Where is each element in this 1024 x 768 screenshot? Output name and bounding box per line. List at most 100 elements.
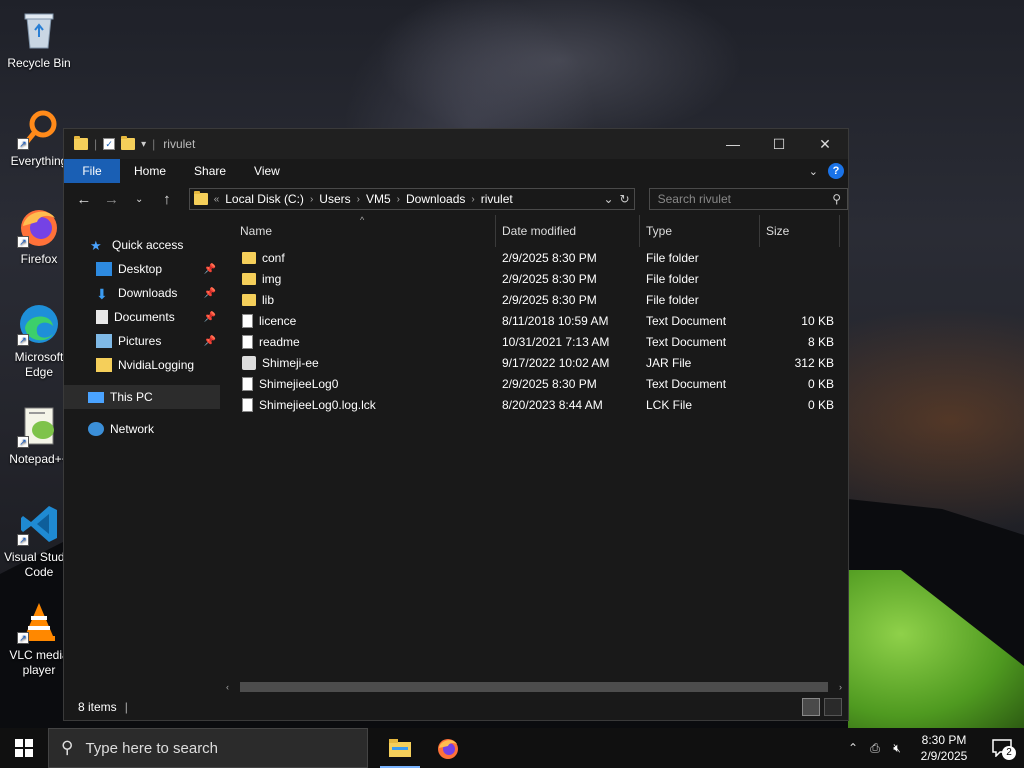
- title-bar[interactable]: | ✓ ▾ | rivulet — ☐ ✕: [64, 129, 848, 159]
- breadcrumb-item[interactable]: VM5: [366, 192, 391, 206]
- tab-home[interactable]: Home: [120, 159, 180, 183]
- scrollbar-thumb[interactable]: [240, 682, 828, 692]
- nav-this-pc[interactable]: This PC: [64, 385, 220, 409]
- file-row[interactable]: ShimejieeLog0 2/9/2025 8:30 PM Text Docume…: [220, 373, 848, 394]
- folder-icon: [74, 136, 88, 150]
- show-hidden-icons-icon[interactable]: ⌃: [842, 741, 864, 755]
- expand-ribbon-icon[interactable]: ⌄: [809, 165, 818, 178]
- tab-file[interactable]: File: [64, 159, 120, 183]
- column-type[interactable]: Type: [640, 215, 760, 247]
- forward-button[interactable]: →: [100, 187, 124, 211]
- clock[interactable]: 8:30 PM 2/9/2025: [908, 732, 980, 764]
- file-explorer-icon: [389, 739, 411, 757]
- shortcut-arrow-icon: ↗: [17, 436, 29, 448]
- file-row[interactable]: img 2/9/2025 8:30 PM File folder: [220, 268, 848, 289]
- pin-icon: 📌: [203, 263, 216, 275]
- breadcrumb-item[interactable]: Downloads: [406, 192, 465, 206]
- notification-badge: 2: [1002, 746, 1016, 760]
- file-row[interactable]: lib 2/9/2025 8:30 PM File folder: [220, 289, 848, 310]
- large-icons-view-button[interactable]: [824, 698, 842, 716]
- search-icon: ⚲: [832, 192, 841, 206]
- recent-locations-icon[interactable]: ⌄: [127, 187, 151, 211]
- maximize-button[interactable]: ☐: [756, 129, 802, 159]
- scroll-left-icon[interactable]: ‹: [226, 682, 229, 692]
- tab-view[interactable]: View: [240, 159, 294, 183]
- scroll-right-icon[interactable]: ›: [839, 682, 842, 692]
- file-row[interactable]: readme 10/31/2021 7:13 AM Text Document 8 K…: [220, 331, 848, 352]
- pictures-icon: [96, 334, 112, 348]
- file-row[interactable]: Shimeji-ee 9/17/2022 10:02 AM JAR File 312 …: [220, 352, 848, 373]
- documents-icon: [96, 310, 108, 324]
- file-name-cell: img: [220, 272, 496, 286]
- text-document-icon: [242, 313, 253, 328]
- nav-label: Pictures: [118, 334, 162, 348]
- nav-network[interactable]: Network: [64, 417, 220, 441]
- refresh-icon[interactable]: ↻: [620, 192, 630, 206]
- file-row[interactable]: conf 2/9/2025 8:30 PM File folder: [220, 247, 848, 268]
- file-row[interactable]: ShimejieeLog0.log.lck 8/20/2023 8:44 AM LC…: [220, 394, 848, 415]
- chevron-right-icon[interactable]: ›: [397, 194, 400, 205]
- chevron-right-icon[interactable]: ›: [471, 194, 474, 205]
- breadcrumb-item[interactable]: rivulet: [481, 192, 513, 206]
- shortcut-arrow-icon: ↗: [17, 632, 29, 644]
- file-name-cell: lib: [220, 293, 496, 307]
- horizontal-scrollbar[interactable]: ‹ ›: [222, 680, 846, 694]
- details-view-button[interactable]: [802, 698, 820, 716]
- start-button[interactable]: [0, 728, 48, 768]
- pin-icon: 📌: [203, 287, 216, 299]
- nav-item-downloads[interactable]: ⬇ Downloads 📌: [64, 281, 220, 305]
- close-button[interactable]: ✕: [802, 129, 848, 159]
- nav-item-desktop[interactable]: Desktop 📌: [64, 257, 220, 281]
- customize-toolbar-icon[interactable]: ▾: [141, 139, 146, 150]
- up-button[interactable]: ↑: [155, 187, 179, 211]
- file-date: 9/17/2022 10:02 AM: [502, 355, 610, 370]
- taskbar-file-explorer[interactable]: [376, 728, 424, 768]
- breadcrumb-item[interactable]: Users: [319, 192, 350, 206]
- tab-share[interactable]: Share: [180, 159, 240, 183]
- windows-icon: [15, 739, 33, 757]
- column-name[interactable]: Name: [220, 215, 496, 247]
- file-date: 2/9/2025 8:30 PM: [502, 292, 597, 307]
- help-icon[interactable]: ?: [828, 163, 844, 179]
- file-rows: conf 2/9/2025 8:30 PM File folder img 2/9/20…: [220, 247, 848, 415]
- search-input[interactable]: Search rivulet ⚲: [648, 188, 848, 210]
- chevron-right-icon[interactable]: ›: [310, 194, 313, 205]
- ribbon: File Home Share View ⌄ ?: [64, 159, 848, 183]
- minimize-button[interactable]: —: [710, 129, 756, 159]
- breadcrumb-item[interactable]: Local Disk (C:): [225, 192, 304, 206]
- taskbar-firefox[interactable]: [424, 728, 472, 768]
- volume-muted-icon[interactable]: 🔇︎: [886, 741, 908, 756]
- properties-icon[interactable]: ✓: [103, 138, 116, 150]
- nav-item-documents[interactable]: Documents 📌: [64, 305, 220, 329]
- vlc-icon: ↗: [17, 600, 61, 644]
- desktop-icon-label: Recycle Bin: [7, 56, 71, 70]
- network-status-icon[interactable]: ⎙: [864, 741, 886, 756]
- desktop-icon-recycle-bin[interactable]: Recycle Bin: [0, 8, 78, 71]
- file-name-cell: licence: [220, 313, 496, 328]
- address-bar[interactable]: « Local Disk (C:) › Users › VM5 › Downlo…: [188, 188, 635, 210]
- nav-quick-access[interactable]: ★ Quick access: [64, 233, 220, 257]
- new-folder-icon[interactable]: [121, 136, 136, 150]
- network-icon: [88, 422, 104, 436]
- everything-icon: ↗: [17, 106, 61, 150]
- taskbar-search-input[interactable]: ⚲ Type here to search: [48, 728, 368, 768]
- file-row[interactable]: licence 8/11/2018 10:59 AM Text Document 10…: [220, 310, 848, 331]
- nav-label: Desktop: [118, 262, 163, 276]
- chevron-right-icon[interactable]: ›: [357, 194, 360, 205]
- column-size[interactable]: Size: [760, 215, 840, 247]
- separator: |: [124, 700, 128, 714]
- chevron-right-icon[interactable]: «: [214, 194, 220, 205]
- search-placeholder: Search rivulet: [657, 192, 731, 206]
- column-date-modified[interactable]: Date modified: [496, 215, 640, 247]
- back-button[interactable]: ←: [72, 187, 96, 211]
- notepadpp-icon: ↗: [17, 404, 61, 448]
- file-type: File folder: [646, 292, 699, 307]
- nav-item-pictures[interactable]: Pictures 📌: [64, 329, 220, 353]
- pin-icon: 📌: [203, 311, 216, 323]
- chevron-down-icon[interactable]: ⌄: [603, 192, 613, 206]
- nav-item-nvidialogging[interactable]: NvidiaLogging: [64, 353, 220, 377]
- file-size: 0 KB: [807, 397, 834, 412]
- nav-label: Documents: [114, 310, 175, 324]
- separator: |: [152, 137, 156, 151]
- action-center-button[interactable]: 2: [980, 728, 1024, 768]
